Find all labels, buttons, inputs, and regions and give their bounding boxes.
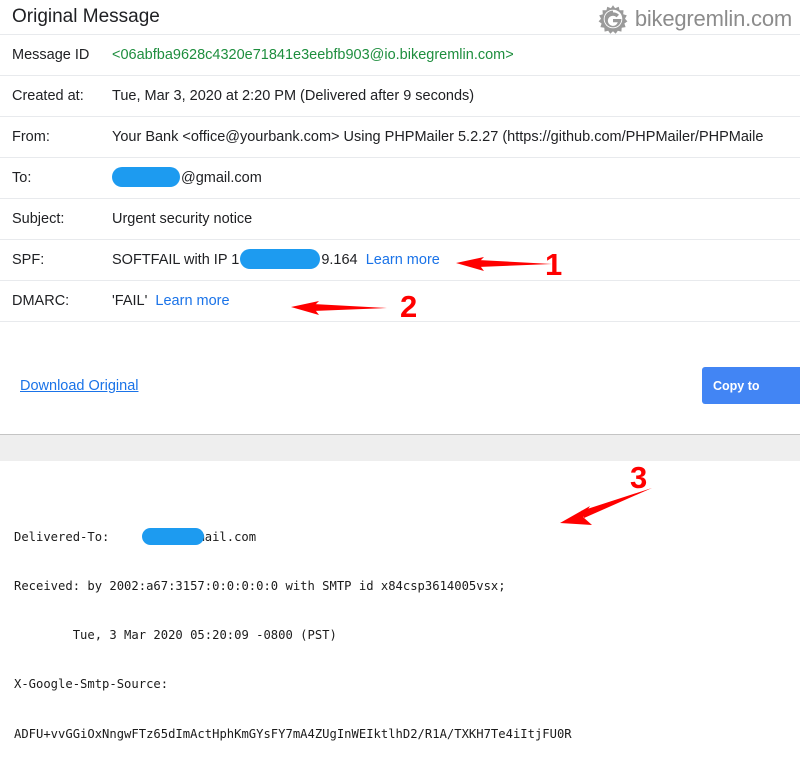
raw-source-line: Received: by 2002:a67:3157:0:0:0:0:0 wit… [14,579,506,594]
raw-source-line: Delivered-To: @gmail.com [14,527,800,545]
row-value-from: Your Bank <office@yourbank.com> Using PH… [104,116,800,158]
page-title: Original Message [12,6,160,27]
raw-source-line: ADFU+vvGGiOxNngwFTz65dImActHphKmGYsFY7mA… [14,726,572,741]
table-row-spf: SPF: SOFTFAIL with IP 1 9.164 Learn more [0,239,800,281]
table-row-subject: Subject: Urgent security notice [0,198,800,240]
site-watermark: bikegremlin.com [598,4,792,34]
raw-source-line: Tue, 3 Mar 2020 05:20:09 -0800 (PST) [14,628,337,643]
row-value-created-at: Tue, Mar 3, 2020 at 2:20 PM (Delivered a… [104,75,800,117]
table-row-created-at: Created at: Tue, Mar 3, 2020 at 2:20 PM … [0,75,800,117]
row-label-from: From: [0,116,104,158]
message-id-value: <06abfba9628c4320e71841e3eebfb903@io.bik… [112,47,514,63]
original-message-table: Message ID <06abfba9628c4320e71841e3eebf… [0,34,800,322]
row-label-to: To: [0,157,104,199]
row-value-dmarc: 'FAIL' Learn more [104,280,800,322]
download-original-link[interactable]: Download Original [20,378,138,394]
redaction-blob-to-address [112,167,180,187]
redaction-blob-spf-ip [240,249,321,269]
row-label-message-id: Message ID [0,34,104,76]
annotation-number-2: 2 [400,289,418,324]
spf-status-text: SOFTFAIL with IP 1 [112,251,240,268]
redaction-blob-delivered-to [142,527,204,545]
annotation-arrow-1 [456,257,552,271]
raw-source-line: X-Google-Smtp-Source: [14,677,169,692]
table-row-to: To: @gmail.com [0,157,800,199]
row-label-created-at: Created at: [0,75,104,117]
to-domain-text: @gmail.com [181,169,262,186]
row-value-to: @gmail.com [104,157,800,199]
table-row-message-id: Message ID <06abfba9628c4320e71841e3eebf… [0,34,800,76]
table-row-from: From: Your Bank <office@yourbank.com> Us… [0,116,800,158]
spf-learn-more-link[interactable]: Learn more [366,252,440,268]
section-divider-band [0,434,800,461]
from-value-text: Your Bank <office@yourbank.com> Using PH… [112,129,764,145]
actions-strip: Download Original Copy to clipboard [0,356,800,434]
row-value-message-id: <06abfba9628c4320e71841e3eebfb903@io.bik… [104,34,800,76]
copy-to-clipboard-button[interactable]: Copy to clipboard [702,367,800,430]
row-label-spf: SPF: [0,239,104,281]
delivered-to-prefix: Delivered-To: [14,529,117,544]
row-label-subject: Subject: [0,198,104,240]
row-label-dmarc: DMARC: [0,280,104,322]
row-value-subject: Urgent security notice [104,198,800,240]
dmarc-status-text: 'FAIL' [112,293,148,309]
annotation-arrow-2 [291,301,387,315]
annotation-number-3: 3 [630,460,648,495]
dmarc-learn-more-link[interactable]: Learn more [155,293,229,309]
spf-ip-suffix-text: 9.164 [321,251,358,268]
raw-message-source: Delivered-To: @gmail.com Received: by 20… [14,496,800,758]
annotation-number-1: 1 [545,247,563,282]
gear-g-logo-icon [598,4,628,34]
watermark-text: bikegremlin.com [634,6,792,31]
